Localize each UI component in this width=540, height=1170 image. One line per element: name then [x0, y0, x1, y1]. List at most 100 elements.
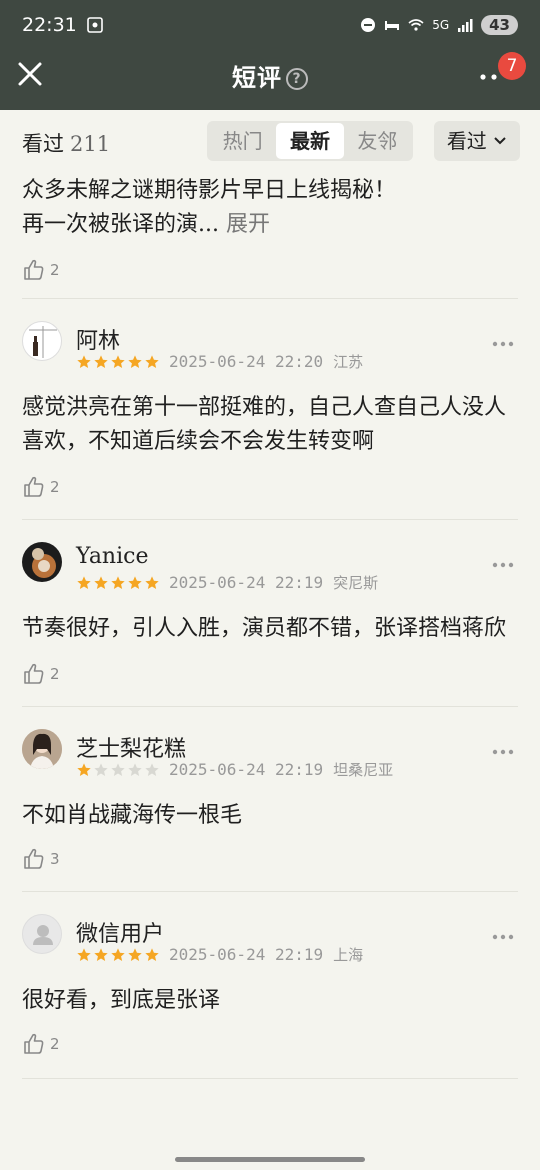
sleep-icon [385, 21, 400, 30]
comment-text: 节奏很好，引人入胜，演员都不错，张译搭档蒋欣 [22, 616, 507, 641]
more-options-icon[interactable] [492, 341, 514, 347]
rating-stars [76, 354, 161, 370]
more-options-icon[interactable] [492, 934, 514, 940]
comment-location: 突尼斯 [333, 574, 379, 592]
page-title: 短评 [232, 64, 282, 92]
comment-header: 微信用户 2025-06-24 22:19 上海 [0, 892, 540, 972]
comment-text-line: 众多未解之谜期待影片早日上线揭秘！ [22, 178, 397, 203]
avatar[interactable] [22, 729, 62, 769]
seen-label: 看过 [22, 132, 64, 156]
page-title-wrap: 短评? [0, 58, 540, 93]
star-empty-icon [111, 762, 125, 776]
star-filled-icon [77, 354, 91, 368]
comment-header: 阿林 2025-06-24 22:20 江苏 [0, 299, 540, 379]
comment-date: 2025-06-24 22:20 [169, 352, 324, 371]
star-filled-icon [94, 947, 108, 961]
thumbs-up-icon [24, 476, 44, 497]
star-filled-icon [111, 354, 125, 368]
comment-item: 芝士梨花糕 2025-06-24 22:19 坦桑尼亚 不如肖战藏海传一根毛 3 [0, 707, 540, 892]
star-filled-icon [145, 575, 159, 589]
comment-item: 微信用户 2025-06-24 22:19 上海 很好看，到底是张译 2 [0, 892, 540, 1079]
rating-stars [76, 575, 161, 591]
star-filled-icon [94, 354, 108, 368]
like-button[interactable]: 3 [0, 839, 540, 879]
like-count: 2 [50, 665, 60, 683]
top-header: 22:31 5G 43 短评? 7 [0, 0, 540, 110]
sort-tabs: 热门 最新 友邻 [207, 121, 413, 161]
star-filled-icon [94, 575, 108, 589]
comment-meta: 2025-06-24 22:19 上海 [76, 944, 363, 965]
star-filled-icon [145, 354, 159, 368]
comment-header: Yanice 2025-06-24 22:19 突尼斯 [0, 520, 540, 600]
nav-bar: 短评? 7 [0, 52, 540, 102]
like-count: 3 [50, 850, 60, 868]
seen-count: 看过 211 [22, 128, 110, 158]
comment-item: Yanice 2025-06-24 22:19 突尼斯 节奏很好，引人入胜，演员… [0, 520, 540, 707]
star-empty-icon [145, 762, 159, 776]
avatar[interactable] [22, 321, 62, 361]
more-options-icon[interactable] [492, 749, 514, 755]
like-count: 2 [50, 1035, 60, 1053]
filter-bar: 看过 211 热门 最新 友邻 看过 [0, 110, 540, 172]
star-filled-icon [128, 354, 142, 368]
status-time: 22:31 [22, 14, 77, 36]
expand-link[interactable]: 展开 [226, 212, 270, 237]
star-filled-icon [145, 947, 159, 961]
tab-friends[interactable]: 友邻 [344, 123, 411, 159]
star-filled-icon [128, 575, 142, 589]
chevron-down-icon [494, 137, 506, 145]
thumbs-up-icon [24, 663, 44, 684]
rating-stars [76, 762, 161, 778]
like-count: 2 [50, 261, 60, 279]
droid-avatar-icon [32, 548, 56, 578]
comment-header: 芝士梨花糕 2025-06-24 22:19 坦桑尼亚 [0, 707, 540, 787]
tab-hot[interactable]: 热门 [209, 123, 276, 159]
comment-text: 感觉洪亮在第十一部挺难的，自己人查自己人没人喜欢，不知道后续会不会发生转变啊 [22, 395, 507, 454]
avatar[interactable] [22, 914, 62, 954]
person-avatar-icon [22, 729, 62, 769]
more-icon[interactable] [480, 74, 498, 80]
comment-location: 江苏 [333, 353, 364, 371]
comment-text-line: 再一次被张译的演... [22, 212, 219, 237]
comment-date: 2025-06-24 22:19 [169, 573, 324, 592]
username[interactable]: Yanice [76, 544, 148, 569]
help-icon[interactable]: ? [286, 68, 308, 90]
tab-latest[interactable]: 最新 [276, 123, 344, 159]
status-bar: 22:31 5G 43 [22, 12, 518, 38]
star-filled-icon [77, 762, 91, 776]
like-count: 2 [50, 478, 60, 496]
comment-text: 众多未解之谜期待影片早日上线揭秘！ 再一次被张译的演... 展开 [0, 174, 540, 242]
comment-list: 众多未解之谜期待影片早日上线揭秘！ 再一次被张译的演... 展开 2 阿林 20… [0, 172, 540, 1079]
like-button[interactable]: 2 [0, 1024, 540, 1064]
comment-text: 很好看，到底是张译 [22, 988, 221, 1013]
comment-meta: 2025-06-24 22:19 突尼斯 [76, 572, 378, 593]
signal-icon [458, 19, 473, 32]
comment-date: 2025-06-24 22:19 [169, 760, 324, 779]
star-filled-icon [111, 947, 125, 961]
star-filled-icon [77, 575, 91, 589]
home-indicator[interactable] [175, 1157, 365, 1162]
screenshot-icon [86, 17, 103, 33]
thumbs-up-icon [24, 259, 44, 280]
like-button[interactable]: 2 [0, 250, 540, 290]
comment-date: 2025-06-24 22:19 [169, 945, 324, 964]
divider [22, 1078, 518, 1079]
seen-number: 211 [70, 132, 111, 156]
more-options-icon[interactable] [492, 562, 514, 568]
star-filled-icon [111, 575, 125, 589]
star-empty-icon [128, 762, 142, 776]
comment-location: 坦桑尼亚 [333, 761, 394, 779]
avatar[interactable] [22, 542, 62, 582]
comment-meta: 2025-06-24 22:19 坦桑尼亚 [76, 759, 393, 780]
comment-meta: 2025-06-24 22:20 江苏 [76, 351, 363, 372]
comment-location: 上海 [333, 946, 364, 964]
like-button[interactable]: 2 [0, 467, 540, 507]
seen-filter-dropdown[interactable]: 看过 [434, 121, 520, 161]
network-label: 5G [432, 18, 450, 32]
thumbs-up-icon [24, 848, 44, 869]
comment-item: 阿林 2025-06-24 22:20 江苏 感觉洪亮在第十一部挺难的，自己人查… [0, 299, 540, 520]
star-empty-icon [94, 762, 108, 776]
bottle-avatar-icon [29, 326, 57, 358]
like-button[interactable]: 2 [0, 654, 540, 694]
thumbs-up-icon [24, 1033, 44, 1054]
